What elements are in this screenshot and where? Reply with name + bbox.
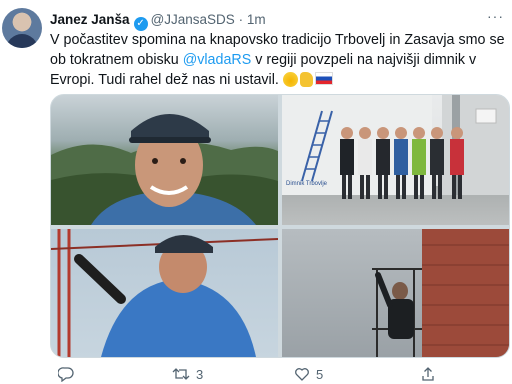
- verified-badge-icon: ✓: [133, 17, 148, 31]
- avatar-figure: [6, 34, 38, 48]
- reply-icon: [58, 367, 74, 382]
- tweet-actions: 3 5: [50, 366, 480, 382]
- header-separator: ·: [238, 12, 244, 27]
- tweet-header: Janez Janša ✓ @JJansaSDS · 1m: [50, 11, 266, 31]
- chimney-sign: Dimnik Trbovlje: [286, 181, 328, 187]
- retweet-icon: [172, 368, 190, 380]
- like-button[interactable]: 5: [294, 366, 323, 382]
- photo-climber[interactable]: [51, 229, 278, 357]
- share-icon: [422, 367, 434, 381]
- slovenia-flag-icon: [314, 72, 333, 85]
- thumbs-up-icon: [299, 72, 313, 87]
- more-options-icon[interactable]: ···: [487, 8, 504, 24]
- author-handle[interactable]: @JJansaSDS: [151, 12, 235, 27]
- tweet-timestamp[interactable]: 1m: [247, 12, 266, 27]
- heart-icon: [295, 368, 309, 381]
- mention-link[interactable]: @vladaRS: [183, 52, 252, 68]
- share-button[interactable]: [420, 366, 436, 382]
- chimney-climb-illustration: [372, 229, 509, 357]
- like-count: 5: [316, 366, 324, 382]
- selfie-illustration: [51, 114, 278, 225]
- retweet-count: 3: [196, 366, 204, 382]
- photo-chimney-climb[interactable]: [282, 229, 509, 357]
- reply-button[interactable]: [58, 366, 80, 382]
- grinning-face-icon: [282, 72, 298, 87]
- author-name[interactable]: Janez Janša: [50, 12, 130, 27]
- media-grid: Dimnik Trbovlje: [50, 94, 510, 358]
- photo-group[interactable]: Dimnik Trbovlje: [282, 95, 509, 225]
- photo-selfie[interactable]: [51, 95, 278, 225]
- author-avatar[interactable]: [2, 8, 42, 48]
- climber-illustration: [51, 229, 278, 357]
- retweet-button[interactable]: 3: [172, 366, 203, 382]
- tweet-text: V počastitev spomina na knapovsko tradic…: [50, 30, 505, 90]
- group-illustration: [282, 95, 509, 199]
